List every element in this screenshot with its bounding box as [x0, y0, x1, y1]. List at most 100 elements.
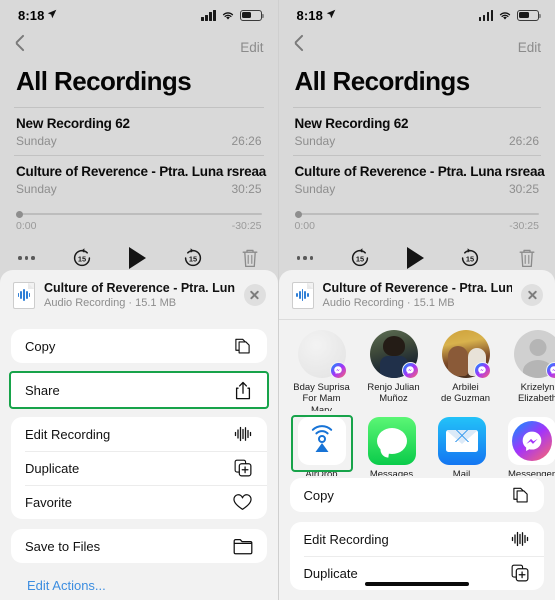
svg-text:15: 15	[77, 254, 85, 263]
action-row-share[interactable]: Share	[11, 373, 267, 407]
recording-row-0[interactable]: New Recording 62 Sunday 26:26	[279, 108, 555, 155]
svg-text:15: 15	[356, 254, 364, 263]
app-item-messenger[interactable]: Messenger	[503, 416, 555, 476]
share-item-subtitle: Audio Recording · 15.1 MB	[322, 297, 455, 309]
action-label: Edit Recording	[303, 531, 389, 547]
suggested-contacts-row[interactable]: Bday Suprisa For Mam Mary Renjo Julian M…	[279, 320, 555, 411]
share-item-subtitle: Audio Recording · 15.1 MB	[44, 297, 177, 309]
recording-row-1[interactable]: Culture of Reverence - Ptra. Luna rsreaa…	[279, 156, 555, 203]
scrubber-track	[16, 212, 262, 216]
scrubber-knob[interactable]	[16, 210, 23, 218]
mail-icon	[437, 416, 486, 465]
app-item-mail[interactable]: Mail	[433, 416, 491, 476]
inline-player: 0:00 -30:25	[0, 203, 278, 232]
action-row-favorite[interactable]: Favorite	[11, 485, 267, 519]
contact-item[interactable]: Renjo Julian Muñoz	[365, 329, 423, 404]
app-label: Messenger	[508, 468, 555, 476]
skip-back-15-icon[interactable]: 15	[348, 246, 372, 270]
share-item-title: Culture of Reverence - Ptra. Luna rsreaa	[44, 281, 235, 295]
play-button[interactable]	[128, 247, 146, 269]
contact-item[interactable]: Krizelyn Elizabeth	[509, 329, 555, 404]
action-label: Save to Files	[25, 538, 101, 554]
app-item-airdrop[interactable]: AirDrop	[290, 414, 353, 476]
action-label: Copy	[303, 487, 334, 503]
skip-forward-15-icon[interactable]: 15	[181, 246, 205, 270]
audio-file-icon	[13, 281, 35, 309]
play-button[interactable]	[406, 247, 424, 269]
action-group-1: Edit Recording Duplicate	[289, 522, 545, 590]
trash-icon[interactable]	[240, 247, 260, 269]
wifi-icon	[222, 11, 233, 20]
duplicate-icon	[510, 563, 530, 583]
action-row-edit-recording[interactable]: Edit Recording	[11, 417, 267, 451]
dual-screenshot-stage: 8:18 Edit All Recordings New Recording 6…	[0, 0, 555, 600]
elapsed-time: 0:00	[16, 220, 37, 232]
action-row-copy[interactable]: Copy	[290, 478, 545, 512]
action-label: Edit Recording	[25, 426, 111, 442]
ellipsis-icon[interactable]	[18, 256, 35, 260]
action-row-duplicate[interactable]: Duplicate	[11, 451, 267, 485]
recording-duration: 26:26	[231, 134, 262, 148]
messenger-icon	[507, 416, 555, 465]
close-icon[interactable]	[521, 284, 543, 306]
close-icon[interactable]	[243, 284, 266, 306]
copy-icon	[233, 336, 253, 356]
share-icon	[233, 380, 253, 400]
status-bar-time: 8:18	[296, 7, 323, 23]
recording-day: Sunday	[16, 134, 57, 148]
contact-name-line1: Bday Suprisa	[293, 381, 350, 393]
action-label: Copy	[25, 338, 56, 354]
location-arrow-icon	[326, 9, 336, 19]
status-bar: 8:18	[0, 0, 278, 30]
contact-name-line1: Arbilei	[452, 381, 479, 393]
app-label: Messages	[369, 468, 414, 476]
audio-file-icon	[291, 281, 314, 309]
recording-day: Sunday	[294, 134, 336, 148]
app-label: Mail	[452, 468, 471, 476]
messenger-badge-icon	[329, 361, 347, 379]
copy-icon	[510, 485, 530, 505]
ellipsis-icon[interactable]	[296, 256, 313, 260]
trash-icon[interactable]	[517, 247, 537, 269]
scrubber-knob[interactable]	[294, 210, 302, 218]
share-sheet: Culture of Reverence - Ptra. Luna rsreaa…	[278, 270, 555, 600]
share-apps-row[interactable]: AirDrop Messages Mail Messenger	[279, 411, 555, 476]
contact-item[interactable]: Arbilei de Guzman	[437, 329, 495, 404]
app-item-messages[interactable]: Messages	[363, 416, 421, 476]
skip-forward-15-icon[interactable]: 15	[458, 246, 482, 270]
playback-scrubber[interactable]	[16, 209, 262, 219]
heart-icon	[233, 492, 253, 512]
recording-row-0[interactable]: New Recording 62 Sunday 26:26	[0, 108, 278, 155]
action-row-edit-recording[interactable]: Edit Recording	[290, 522, 545, 556]
battery-icon	[517, 9, 541, 21]
status-bar-indicators	[478, 9, 541, 21]
edit-button[interactable]: Edit	[518, 40, 541, 55]
svg-text:15: 15	[188, 254, 196, 263]
action-row-copy[interactable]: Copy	[11, 329, 267, 363]
recording-title: New Recording 62	[16, 116, 130, 131]
elapsed-time: 0:00	[294, 220, 315, 232]
playback-scrubber[interactable]	[294, 209, 539, 219]
back-button[interactable]	[293, 37, 305, 57]
action-label: Favorite	[25, 494, 72, 510]
recording-day: Sunday	[16, 182, 57, 196]
recording-duration: 30:25	[231, 182, 262, 196]
edit-button[interactable]: Edit	[240, 40, 263, 55]
status-bar-time: 8:18	[18, 7, 45, 23]
remaining-time: -30:25	[509, 220, 539, 232]
back-button[interactable]	[14, 37, 26, 57]
status-bar: 8:18	[279, 0, 555, 30]
edit-actions-link[interactable]: Edit Actions...	[11, 573, 267, 593]
recording-duration: 26:26	[508, 134, 539, 148]
recording-row-1[interactable]: Culture of Reverence - Ptra. Luna rsreaa…	[0, 156, 278, 203]
nav-bar: Edit	[279, 30, 555, 64]
status-bar-indicators	[201, 9, 264, 21]
home-indicator	[364, 581, 469, 586]
skip-back-15-icon[interactable]: 15	[70, 246, 94, 270]
contact-item[interactable]: Bday Suprisa For Mam Mary	[293, 329, 351, 411]
cellular-bars-icon	[478, 9, 493, 21]
status-bar-time-group: 8:18	[18, 8, 57, 23]
waveform-icon	[233, 424, 253, 444]
action-row-save-to-files[interactable]: Save to Files	[11, 529, 267, 563]
waveform-icon	[510, 529, 530, 549]
